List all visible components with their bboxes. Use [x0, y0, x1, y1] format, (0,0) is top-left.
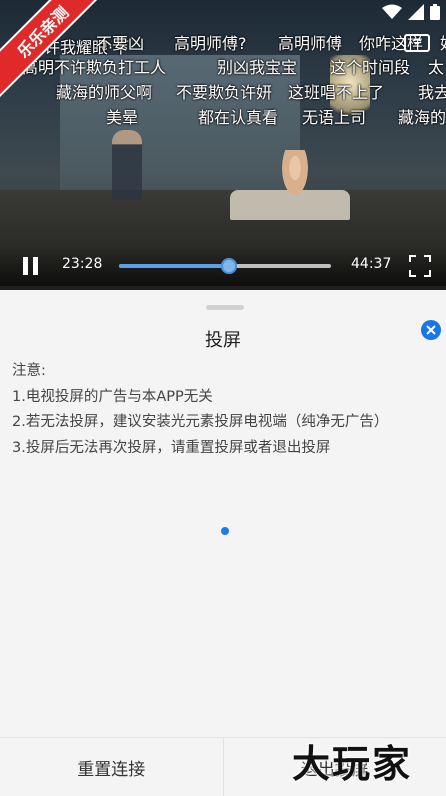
player-controls: 23:28 44:37	[0, 246, 446, 286]
danmaku-comment: 不要凶	[96, 34, 145, 53]
danmaku-comment: 美晕	[106, 108, 139, 127]
danmaku-comment: 太	[428, 58, 445, 77]
danmaku-comment: 藏海的	[398, 108, 446, 127]
video-player[interactable]: 许我耀眼·下 不要凶 高明师傅? 高明师傅 你咋这样 好 高明不许欺负打工人 别…	[0, 0, 446, 290]
danmaku-comment: 都在认真看	[198, 108, 279, 127]
reset-connection-button[interactable]: 重置连接	[0, 738, 223, 796]
status-bar	[382, 0, 446, 24]
cast-icon[interactable]	[404, 34, 430, 54]
seek-bar[interactable]	[119, 258, 331, 274]
danmaku-comment: 高明师傅?	[174, 34, 247, 53]
signal-icon	[408, 4, 424, 20]
battery-icon	[430, 4, 440, 20]
note-line: 3.投屏后无法再次投屏，请重置投屏或者退出投屏	[12, 440, 331, 456]
sheet-title: 投屏	[205, 330, 241, 351]
danmaku-comment: 高明不许欺负打工人	[22, 58, 167, 77]
danmaku-comment: 藏海的师父啊	[56, 83, 153, 102]
danmaku-comment: 无语上司	[302, 108, 367, 127]
pause-icon-bar-right	[33, 257, 38, 275]
note-line: 1.电视投屏的广告与本APP无关	[12, 389, 213, 405]
watermark-logo: 大玩家	[292, 742, 413, 786]
drag-handle[interactable]	[206, 305, 244, 310]
danmaku-comment: 我去	[418, 83, 446, 102]
danmaku-comment: 不要欺负许妍	[176, 83, 273, 102]
video-frame-person	[275, 150, 315, 210]
wifi-icon	[382, 4, 402, 19]
close-button[interactable]	[421, 320, 441, 340]
danmaku-comment: 这班唱不上了	[288, 83, 385, 102]
danmaku-comment: 高明师傅	[278, 34, 343, 53]
current-time: 23:28	[62, 256, 103, 272]
danmaku-comment: 别凶我宝宝	[217, 58, 298, 77]
danmaku-comment: 好	[440, 30, 446, 54]
seek-bar-thumb[interactable]	[221, 258, 238, 274]
loading-indicator	[221, 527, 229, 535]
video-frame-person-2	[112, 130, 142, 200]
seek-bar-progress	[119, 264, 230, 268]
note-heading: 注意:	[12, 363, 46, 379]
cast-sheet: 投屏 注意: 1.电视投屏的广告与本APP无关 2.若无法投屏，建议安装光元素投…	[0, 292, 446, 796]
pause-button[interactable]	[20, 255, 40, 277]
danmaku-comment: 这个时间段	[330, 58, 411, 77]
close-icon	[426, 325, 436, 335]
note-line: 2.若无法投屏，建议安装光元素投屏电视端（纯净无广告）	[12, 414, 389, 430]
fullscreen-icon[interactable]	[409, 255, 431, 277]
pause-icon-bar-left	[23, 257, 28, 275]
total-time: 44:37	[351, 256, 392, 272]
